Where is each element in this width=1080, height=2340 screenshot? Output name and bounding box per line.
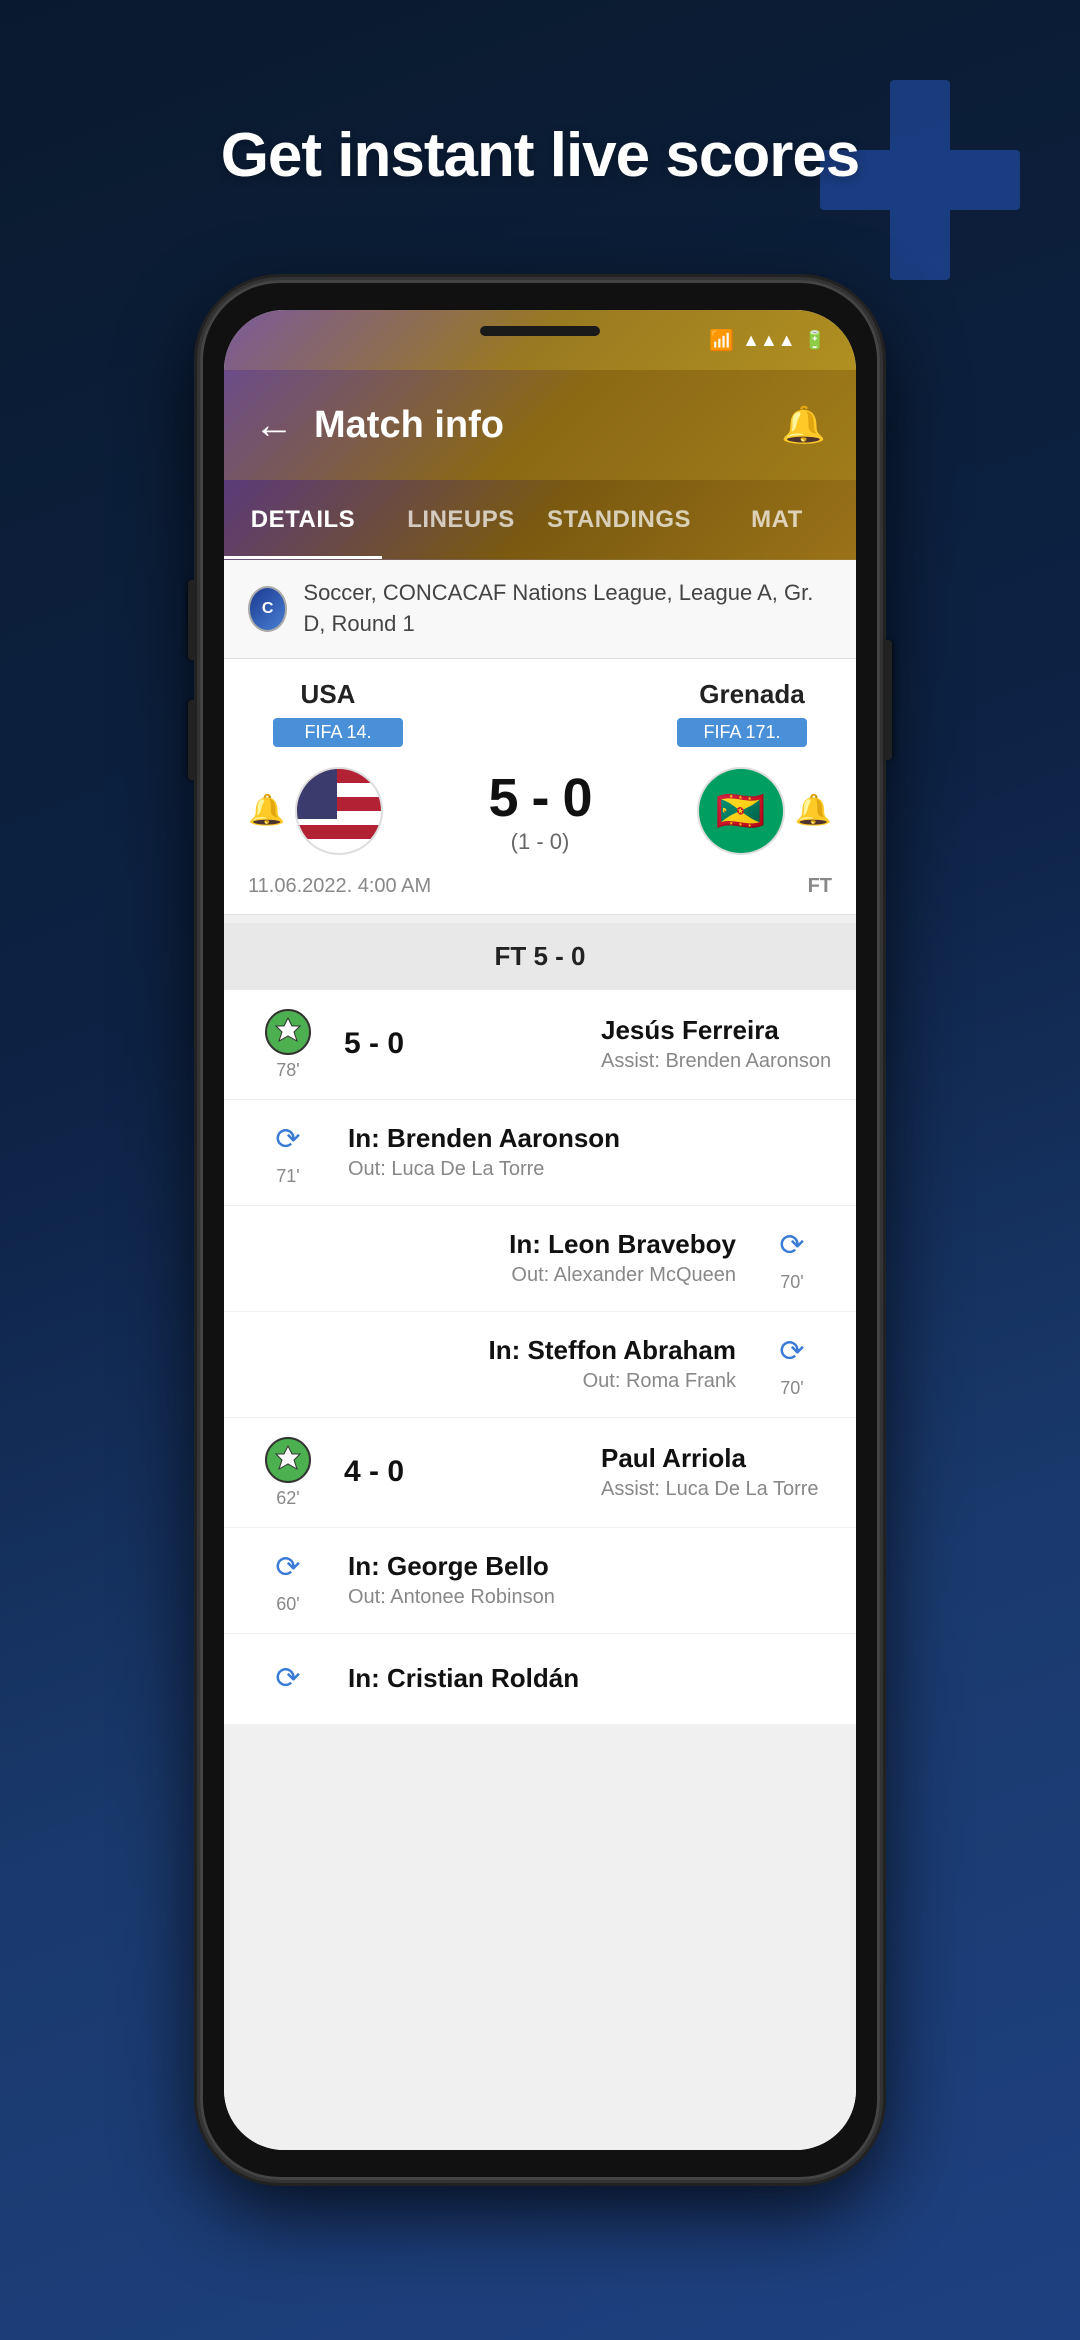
tab-mat[interactable]: MAT <box>698 480 856 559</box>
substitution-icon: ⟳ <box>266 1657 310 1701</box>
home-team-section: FIFA 14. <box>248 718 428 757</box>
event-row: ⟳ 60' In: George Bello Out: Antonee Robi… <box>224 1528 856 1634</box>
event-player-in-4: In: Steffon Abraham <box>258 1335 736 1366</box>
tab-lineups[interactable]: LINEUPS <box>382 480 540 559</box>
event-score-5: 4 - 0 <box>328 1455 591 1489</box>
event-assist-1: Assist: Brenden Aaronson <box>601 1050 832 1073</box>
status-icons: 📶 ▲▲▲ 🔋 <box>709 328 826 353</box>
event-time-4: 70' <box>780 1378 803 1399</box>
match-date: 11.06.2022. 4:00 AM <box>248 875 431 898</box>
tabs-bar: DETAILS LINEUPS STANDINGS MAT <box>224 480 856 560</box>
flags-score-row: 🔔 5 - 0 (1 - 0) 🔔 <box>248 767 832 855</box>
event-icon-time-5: 62' <box>248 1436 328 1509</box>
event-row: 78' 5 - 0 Jesús Ferreira Assist: Brenden… <box>224 990 856 1100</box>
tab-details[interactable]: DETAILS <box>224 480 382 559</box>
screen-content: C Soccer, CONCACAF Nations League, Leagu… <box>224 560 856 2150</box>
substitution-icon: ⟳ <box>770 1224 814 1268</box>
away-bell-icon[interactable]: 🔔 <box>795 793 832 828</box>
event-icon-time-3: ⟳ 70' <box>752 1224 832 1293</box>
halftime-score: (1 - 0) <box>488 829 591 855</box>
home-flag-section: 🔔 <box>248 767 383 855</box>
event-info-2: In: Brenden Aaronson Out: Luca De La Tor… <box>328 1123 832 1181</box>
event-icon-time-6: ⟳ 60' <box>248 1546 328 1615</box>
event-row: ⟳ 71' In: Brenden Aaronson Out: Luca De … <box>224 1100 856 1206</box>
event-info-7: In: Cristian Roldán <box>328 1663 832 1694</box>
volume-down-button <box>188 700 196 780</box>
concacaf-logo: C <box>248 586 287 632</box>
event-icon-time-1: 78' <box>248 1008 328 1081</box>
event-icon-time-7: ⟳ <box>248 1657 328 1701</box>
event-player-out-4: Out: Roma Frank <box>258 1370 736 1393</box>
phone-mockup: 📶 ▲▲▲ 🔋 ← Match info 🔔 DETAILS LINEUPS S… <box>200 280 880 2180</box>
tab-standings[interactable]: STANDINGS <box>540 480 698 559</box>
event-player-5: Paul Arriola <box>601 1443 832 1474</box>
event-info-5: Paul Arriola Assist: Luca De La Torre <box>591 1443 832 1501</box>
status-bar: 📶 ▲▲▲ 🔋 <box>224 310 856 370</box>
event-time-5: 62' <box>276 1488 299 1509</box>
fifa-badges-row: FIFA 14. FIFA 171. <box>248 718 832 757</box>
substitution-icon: ⟳ <box>266 1546 310 1590</box>
event-time-1: 78' <box>276 1060 299 1081</box>
phone-screen: 📶 ▲▲▲ 🔋 ← Match info 🔔 DETAILS LINEUPS S… <box>224 310 856 2150</box>
phone-speaker <box>480 326 600 336</box>
teams-name-row: USA Grenada <box>248 679 832 710</box>
event-time-6: 60' <box>276 1594 299 1615</box>
event-row: In: Leon Braveboy Out: Alexander McQueen… <box>224 1206 856 1312</box>
battery-icon: 🔋 <box>804 330 826 351</box>
event-icon-time-2: ⟳ 71' <box>248 1118 328 1187</box>
home-team-name: USA <box>248 679 408 710</box>
event-row: In: Steffon Abraham Out: Roma Frank ⟳ 70… <box>224 1312 856 1418</box>
event-info-1: Jesús Ferreira Assist: Brenden Aaronson <box>591 1015 832 1073</box>
header-title: Match info <box>314 404 781 447</box>
home-bell-icon[interactable]: 🔔 <box>248 793 285 828</box>
event-player-in-2: In: Brenden Aaronson <box>348 1123 832 1154</box>
event-time-3: 70' <box>780 1272 803 1293</box>
event-player-1: Jesús Ferreira <box>601 1015 832 1046</box>
event-row: ⟳ In: Cristian Roldán <box>224 1634 856 1724</box>
league-name: Soccer, CONCACAF Nations League, League … <box>303 578 832 640</box>
notification-bell-icon[interactable]: 🔔 <box>781 404 826 446</box>
substitution-icon: ⟳ <box>770 1330 814 1374</box>
event-info-4: In: Steffon Abraham Out: Roma Frank <box>248 1335 752 1393</box>
event-assist-5: Assist: Luca De La Torre <box>601 1478 832 1501</box>
event-player-in-3: In: Leon Braveboy <box>258 1229 736 1260</box>
away-flag-section: 🔔 <box>697 767 832 855</box>
event-player-out-6: Out: Antonee Robinson <box>348 1586 832 1609</box>
event-player-in-7: In: Cristian Roldán <box>348 1663 832 1694</box>
home-fifa-badge: FIFA 14. <box>273 718 403 747</box>
events-section: FT 5 - 0 78' 5 - 0 Jesús Ferre <box>224 923 856 1724</box>
match-card: USA Grenada FIFA 14. FIFA 171. <box>224 659 856 915</box>
score-section: 5 - 0 (1 - 0) <box>488 767 591 855</box>
back-button[interactable]: ← <box>254 403 294 448</box>
event-player-out-2: Out: Luca De La Torre <box>348 1158 832 1181</box>
power-button <box>884 640 892 760</box>
app-header: ← Match info 🔔 <box>224 370 856 480</box>
event-player-in-6: In: George Bello <box>348 1551 832 1582</box>
away-team-name: Grenada <box>672 679 832 710</box>
soccer-ball-icon <box>264 1008 312 1056</box>
away-fifa-badge: FIFA 171. <box>677 718 807 747</box>
league-info-bar: C Soccer, CONCACAF Nations League, Leagu… <box>224 560 856 659</box>
grenada-flag <box>697 767 785 855</box>
event-score-1: 5 - 0 <box>328 1027 591 1061</box>
event-time-2: 71' <box>276 1166 299 1187</box>
substitution-icon: ⟳ <box>266 1118 310 1162</box>
usa-flag <box>295 767 383 855</box>
signal-icon: ▲▲▲ <box>742 330 795 351</box>
match-score: 5 - 0 <box>488 767 591 829</box>
match-status: FT <box>808 875 832 898</box>
wifi-icon: 📶 <box>709 328 734 353</box>
events-header: FT 5 - 0 <box>224 923 856 990</box>
page-background-title: Get instant live scores <box>0 120 1080 191</box>
soccer-ball-icon <box>264 1436 312 1484</box>
volume-up-button <box>188 580 196 660</box>
match-footer: 11.06.2022. 4:00 AM FT <box>248 867 832 898</box>
event-info-6: In: George Bello Out: Antonee Robinson <box>328 1551 832 1609</box>
event-icon-time-4: ⟳ 70' <box>752 1330 832 1399</box>
away-team-section: FIFA 171. <box>652 718 832 757</box>
event-info-3: In: Leon Braveboy Out: Alexander McQueen <box>248 1229 752 1287</box>
event-row: 62' 4 - 0 Paul Arriola Assist: Luca De L… <box>224 1418 856 1528</box>
event-player-out-3: Out: Alexander McQueen <box>258 1264 736 1287</box>
